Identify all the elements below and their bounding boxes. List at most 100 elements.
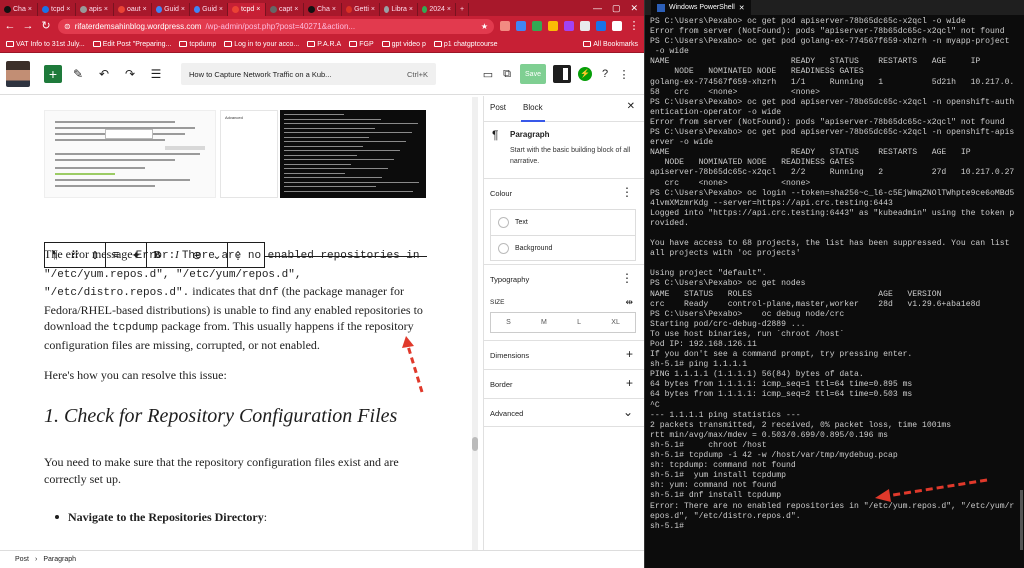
scroll-thumb[interactable]	[472, 437, 478, 451]
site-info-icon[interactable]: ⊜	[64, 22, 71, 31]
forward-icon[interactable]: →	[22, 16, 34, 36]
browser-tab[interactable]: oaut ×	[114, 3, 152, 16]
save-button[interactable]: Save	[520, 64, 546, 84]
canvas-scrollbar[interactable]	[472, 97, 478, 550]
options-icon[interactable]: ⋮	[621, 271, 633, 285]
heading-check-repos[interactable]: 1. Check for Repository Configuration Fi…	[44, 405, 397, 428]
close-icon[interactable]: ✕	[627, 101, 635, 112]
paragraph-make-sure[interactable]: You need to make sure that the repositor…	[44, 454, 424, 487]
custom-size-icon[interactable]: ⇹	[625, 297, 633, 308]
new-tab-button[interactable]: +	[456, 3, 470, 16]
tab-close-icon[interactable]: ×	[332, 6, 336, 13]
background-colour-button[interactable]: Background	[491, 235, 635, 260]
settings-sidebar-icon[interactable]	[553, 65, 571, 83]
back-icon[interactable]: ←	[4, 16, 16, 36]
tab-close-icon[interactable]: ×	[143, 6, 147, 13]
tab-close-icon[interactable]: ×	[294, 6, 298, 13]
bookmark-item[interactable]: p1 chatgptcourse	[433, 41, 498, 48]
browser-tab[interactable]: tcpd ×	[38, 3, 76, 16]
tab-block[interactable]: Block	[521, 103, 545, 122]
options-icon[interactable]: ⋮	[618, 68, 630, 81]
tab-post[interactable]: Post	[490, 103, 506, 112]
options-icon[interactable]: ⋮	[621, 185, 633, 199]
chevron-down-icon[interactable]: ⌄	[623, 405, 633, 419]
tab-close-icon[interactable]: ×	[447, 6, 451, 13]
screenshot-image[interactable]	[44, 110, 216, 198]
plus-icon[interactable]: +	[626, 347, 633, 361]
close-icon[interactable]: ✕	[630, 3, 638, 14]
command-palette-button[interactable]: How to Capture Network Traffic on a Kub.…	[181, 63, 436, 85]
plus-icon[interactable]: +	[626, 376, 633, 390]
bookmark-item[interactable]: VAT Info to 31st July...	[6, 41, 85, 48]
terminal-tab[interactable]: Windows PowerShell ✕	[651, 0, 751, 15]
close-icon[interactable]: ✕	[739, 4, 745, 12]
browser-tab[interactable]: tcpd ×	[228, 3, 266, 16]
bookmark-item[interactable]: tcpdump	[179, 41, 216, 48]
font-size-option[interactable]: XL	[611, 319, 620, 326]
browser-tab[interactable]: Cha ×	[304, 3, 342, 16]
bookmark-item[interactable]: Log in to your acco...	[224, 41, 299, 48]
bookmark-item[interactable]: P.A.R.A	[307, 41, 341, 48]
extension-icon[interactable]	[532, 21, 542, 31]
tab-close-icon[interactable]: ×	[409, 6, 413, 13]
bookmark-item[interactable]: Edit Post "Preparing...	[92, 41, 171, 48]
help-icon[interactable]: ?	[599, 68, 611, 80]
advanced-panel[interactable]: Advanced ⌄	[484, 398, 644, 427]
extension-icon[interactable]	[516, 21, 526, 31]
reload-icon[interactable]: ↻	[40, 16, 52, 36]
browser-tab[interactable]: Cha ×	[0, 3, 38, 16]
dimensions-panel[interactable]: Dimensions +	[484, 340, 644, 369]
browser-tab[interactable]: Libra ×	[380, 3, 418, 16]
extension-icon[interactable]	[580, 21, 590, 31]
redo-icon[interactable]: ↷	[120, 67, 140, 81]
external-view-icon[interactable]: ⧉	[501, 68, 513, 81]
font-size-option[interactable]: S	[506, 319, 511, 326]
text-colour-button[interactable]: Text	[491, 210, 635, 235]
tools-icon[interactable]: ✎	[68, 67, 88, 81]
terminal-image[interactable]	[280, 110, 426, 198]
preview-icon[interactable]: ▭	[482, 68, 494, 81]
document-overview-icon[interactable]: ☰	[146, 67, 166, 81]
url-field[interactable]: ⊜ rifaterdemsahinblog.wordpress.com/wp-a…	[58, 18, 494, 34]
tab-close-icon[interactable]: ×	[256, 6, 260, 13]
minimize-icon[interactable]: —	[593, 3, 602, 14]
breadcrumb-paragraph[interactable]: Paragraph	[43, 556, 76, 563]
font-size-option[interactable]: M	[541, 319, 547, 326]
browser-tab[interactable]: 2024 ×	[418, 3, 456, 16]
border-panel[interactable]: Border +	[484, 369, 644, 398]
breadcrumb-post[interactable]: Post	[15, 556, 29, 563]
terminal-scrollbar[interactable]	[1020, 490, 1023, 550]
profile-avatar-icon[interactable]	[612, 21, 622, 31]
more-menu-icon[interactable]: ⋮	[628, 16, 640, 36]
jetpack-icon[interactable]: ⚡	[578, 67, 592, 81]
bookmark-star-icon[interactable]: ★	[481, 22, 488, 31]
undo-icon[interactable]: ↶	[94, 67, 114, 81]
add-block-button[interactable]: +	[44, 64, 62, 83]
settings-panel-image[interactable]: Advanced	[220, 110, 278, 198]
bookmark-item[interactable]: FGP	[349, 41, 374, 48]
tab-close-icon[interactable]: ×	[28, 6, 32, 13]
tab-close-icon[interactable]: ×	[104, 6, 108, 13]
paragraph-error-explanation[interactable]: The error message Error: There are no en…	[44, 246, 424, 353]
paragraph-resolve[interactable]: Here's how you can resolve this issue:	[44, 367, 227, 384]
site-icon[interactable]	[0, 53, 36, 95]
browser-tab[interactable]: apis ×	[76, 3, 114, 16]
browser-tab[interactable]: Getti ×	[342, 3, 380, 16]
extension-icon[interactable]	[596, 21, 606, 31]
tab-close-icon[interactable]: ×	[219, 6, 223, 13]
tab-close-icon[interactable]: ×	[181, 6, 185, 13]
browser-tab[interactable]: Guid ×	[152, 3, 190, 16]
extension-icon[interactable]	[500, 21, 510, 31]
editor-canvas[interactable]: Advanced ¶ ⠿ ⇕ ≡ ✦ B I ⊖ ⌄ ⋮ The error m…	[0, 96, 483, 550]
maximize-icon[interactable]: ▢	[612, 3, 621, 14]
terminal-output[interactable]: PS C:\Users\Pexabo> oc get pod apiserver…	[645, 15, 1024, 532]
all-bookmarks[interactable]: All Bookmarks	[583, 41, 638, 48]
list-item[interactable]: Navigate to the Repositories Directory:	[54, 510, 267, 525]
browser-tab[interactable]: Guid ×	[190, 3, 228, 16]
tab-close-icon[interactable]: ×	[66, 6, 70, 13]
browser-tab[interactable]: capt ×	[266, 3, 304, 16]
extension-icon[interactable]	[548, 21, 558, 31]
extension-icon[interactable]	[564, 21, 574, 31]
bookmark-item[interactable]: gpt video p	[381, 41, 426, 48]
tab-close-icon[interactable]: ×	[371, 6, 375, 13]
